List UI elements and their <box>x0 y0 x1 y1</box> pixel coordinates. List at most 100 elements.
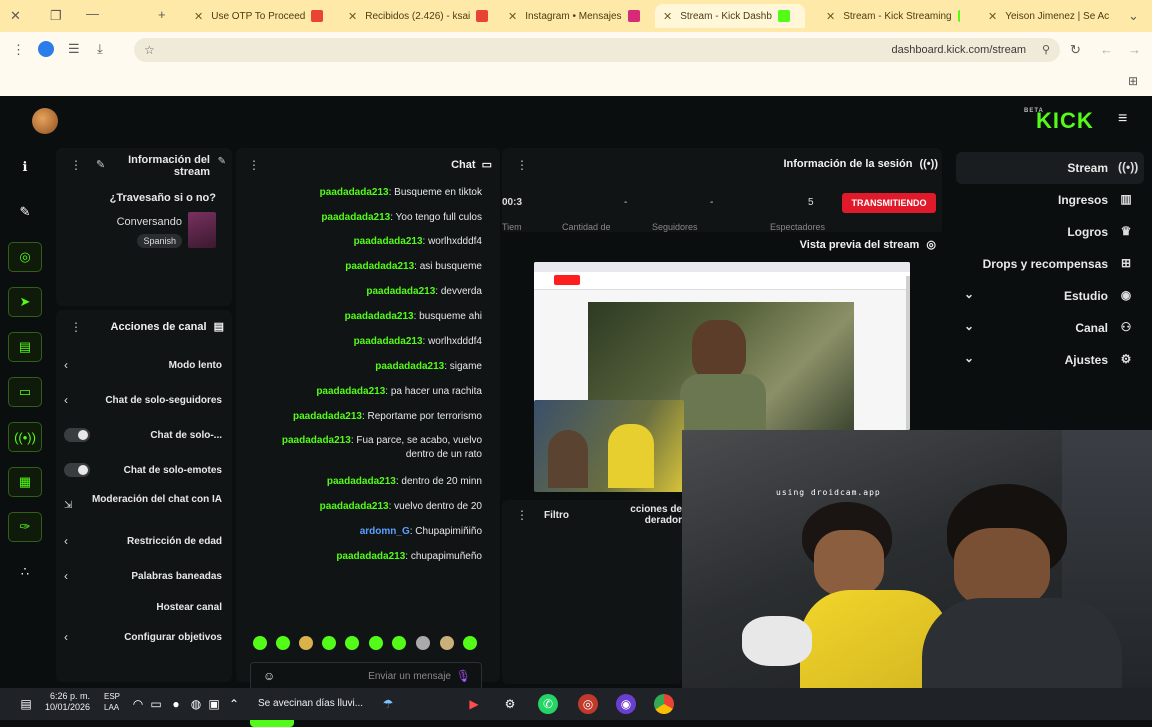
camera-icon[interactable]: ◎ <box>8 242 42 272</box>
nav-item-stream[interactable]: Stream ((•)) <box>956 152 1144 184</box>
subs-only-toggle[interactable] <box>64 428 90 442</box>
pointer-icon[interactable]: ➤ <box>8 287 42 317</box>
new-tab-icon[interactable]: + <box>158 7 166 22</box>
nav-item-canal[interactable]: ⌄ Canal ⚇ <box>956 312 1144 344</box>
emote-icon[interactable] <box>369 636 383 650</box>
info-icon[interactable]: ℹ <box>8 152 42 182</box>
emote-icon[interactable] <box>416 636 430 650</box>
user-avatar[interactable] <box>32 108 58 134</box>
layout-icon[interactable]: ▦ <box>8 467 42 497</box>
wifi-icon[interactable]: ◠ <box>128 694 148 714</box>
weather-widget[interactable]: Se avecinan días lluvi... <box>258 698 363 709</box>
emotes-only-toggle[interactable] <box>64 463 90 477</box>
action-age-restriction[interactable]: ‹ Restricción de edad <box>56 530 232 554</box>
chat-input-placeholder: Enviar un mensaje <box>368 671 451 682</box>
microphone-icon[interactable]: ● <box>166 694 186 714</box>
settings-app-icon[interactable]: ⚙ <box>500 694 520 714</box>
microphone-icon[interactable]: 🎙 <box>456 669 471 683</box>
hamburger-menu-icon[interactable]: ≡ <box>1118 110 1127 128</box>
broadcast-icon[interactable]: ((•)) <box>8 422 42 452</box>
edit-icon[interactable]: ✎ <box>8 197 42 227</box>
tray-expand-icon[interactable]: ⌃ <box>224 694 244 714</box>
gmail-favicon-icon <box>476 10 489 22</box>
tab-close-icon[interactable]: ✕ <box>826 10 835 23</box>
emote-icon[interactable] <box>392 636 406 650</box>
profile-avatar-icon[interactable] <box>38 41 54 57</box>
action-ai-moderation[interactable]: ⇲ Moderación del chat con IA <box>56 492 232 522</box>
emote-icon[interactable] <box>345 636 359 650</box>
notifications-icon[interactable]: ▤ <box>16 694 36 714</box>
edit-icon[interactable]: ✎ <box>96 158 105 171</box>
chat-message: ardomn_G: Chupapimiñiño <box>359 526 482 537</box>
emote-icon[interactable] <box>463 636 477 650</box>
tab-youtube[interactable]: ✕ Yeison Jimenez | Se Ac <box>980 4 1115 28</box>
tab-close-icon[interactable]: ✕ <box>508 10 517 23</box>
chat-message: paadadada213: busqueme ahi <box>344 311 482 322</box>
whatsapp-icon[interactable]: ✆ <box>538 694 558 714</box>
menu-dots-icon[interactable]: ⋮ <box>12 42 25 58</box>
kick-logo[interactable]: BETA KICK <box>1024 108 1094 134</box>
action-host-channel[interactable]: Hostear canal <box>56 596 232 620</box>
nav-item-ajustes[interactable]: ⌄ Ajustes ⚙ <box>956 344 1144 376</box>
site-info-icon[interactable]: ⚲ <box>1042 43 1050 56</box>
dots-icon[interactable]: ∴ <box>8 557 42 587</box>
chat-bubble-icon: ▭ <box>481 159 492 171</box>
recorder-app-icon[interactable]: ◎ <box>578 694 598 714</box>
filter-button[interactable]: Filtro <box>544 510 569 521</box>
language-indicator[interactable]: ESP LAA <box>104 691 120 713</box>
nav-item-logros[interactable]: Logros ♛ <box>956 216 1144 248</box>
chat-bubble-icon[interactable]: ▭ <box>8 377 42 407</box>
tab-kick-streaming[interactable]: ✕ Stream - Kick Streaming <box>818 4 960 28</box>
emote-icon[interactable] <box>322 636 336 650</box>
tray-app-icon[interactable]: ▣ <box>204 694 224 714</box>
nav-item-ingresos[interactable]: Ingresos ▥ <box>956 184 1144 216</box>
tab-gmail-inbox[interactable]: ✕ Recibidos (2.426) - ksai <box>340 4 490 28</box>
forward-icon[interactable]: → <box>1128 42 1141 57</box>
tab-instagram[interactable]: ✕ Instagram • Mensajes <box>500 4 645 28</box>
tab-kick-dashboard[interactable]: ✕ Stream - Kick Dashb <box>655 4 805 28</box>
back-icon[interactable]: ← <box>1100 42 1113 57</box>
gear-icon: ⚙ <box>1120 352 1132 366</box>
url-bar[interactable]: ☆ dashboard.kick.com/stream ⚲ <box>134 38 1060 62</box>
action-configure-goals[interactable]: ‹ Configurar objetivos <box>56 626 232 650</box>
action-followers-only[interactable]: ‹ Chat de solo-seguidores <box>56 389 232 413</box>
emote-icon[interactable] <box>276 636 290 650</box>
document-icon[interactable]: ▤ <box>8 332 42 362</box>
category-label[interactable]: Conversando <box>117 216 182 228</box>
battery-icon[interactable]: ▭ <box>146 694 166 714</box>
tab-close-icon[interactable]: ✕ <box>663 10 672 23</box>
kebab-menu-icon[interactable]: ⋮ <box>248 158 260 172</box>
obs-app-icon[interactable]: ◉ <box>616 694 636 714</box>
extensions-icon[interactable]: ☰ <box>68 41 80 57</box>
nav-item-estudio[interactable]: ⌄ Estudio ◉ <box>956 280 1144 312</box>
media-app-icon[interactable]: ▶ <box>464 694 484 714</box>
apps-grid-icon[interactable]: ⊞ <box>1128 74 1138 88</box>
kebab-menu-icon[interactable]: ⋮ <box>516 158 528 172</box>
tab-close-icon[interactable]: ✕ <box>348 10 357 23</box>
action-banned-words[interactable]: ‹ Palabras baneadas <box>56 565 232 589</box>
minimize-window-icon[interactable]: — <box>86 6 99 21</box>
nav-item-drops[interactable]: Drops y recompensas ⊞ <box>956 248 1144 280</box>
close-window-icon[interactable]: ✕ <box>10 8 21 24</box>
emote-icon[interactable] <box>299 636 313 650</box>
reload-icon[interactable]: ↻ <box>1070 42 1081 58</box>
action-slow-mode[interactable]: ‹ Modo lento <box>56 354 232 378</box>
emote-icon[interactable] <box>440 636 454 650</box>
live-status-badge: TRANSMITIENDO <box>842 193 936 213</box>
kebab-menu-icon[interactable]: ⋮ <box>70 320 82 334</box>
wrench-icon[interactable]: ✑ <box>8 512 42 542</box>
kebab-menu-icon[interactable]: ⋮ <box>70 158 82 172</box>
chrome-app-icon[interactable] <box>654 694 674 714</box>
network-icon[interactable]: ◍ <box>186 694 206 714</box>
tab-gmail-otp[interactable]: ✕ Use OTP To Proceed <box>186 4 331 28</box>
emote-icon[interactable] <box>253 636 267 650</box>
maximize-window-icon[interactable]: ❐ <box>50 8 62 24</box>
download-icon[interactable]: ⤓ <box>97 41 103 57</box>
bookmark-star-icon[interactable]: ☆ <box>144 43 155 57</box>
kebab-menu-icon[interactable]: ⋮ <box>516 508 528 522</box>
tab-close-icon[interactable]: ✕ <box>988 10 997 23</box>
emoji-picker-icon[interactable]: ☺ <box>263 669 275 683</box>
tab-search-icon[interactable]: ⌄ <box>1128 8 1139 24</box>
clock[interactable]: 6:26 p. m. 10/01/2026 <box>45 691 90 713</box>
tab-close-icon[interactable]: ✕ <box>194 10 203 23</box>
